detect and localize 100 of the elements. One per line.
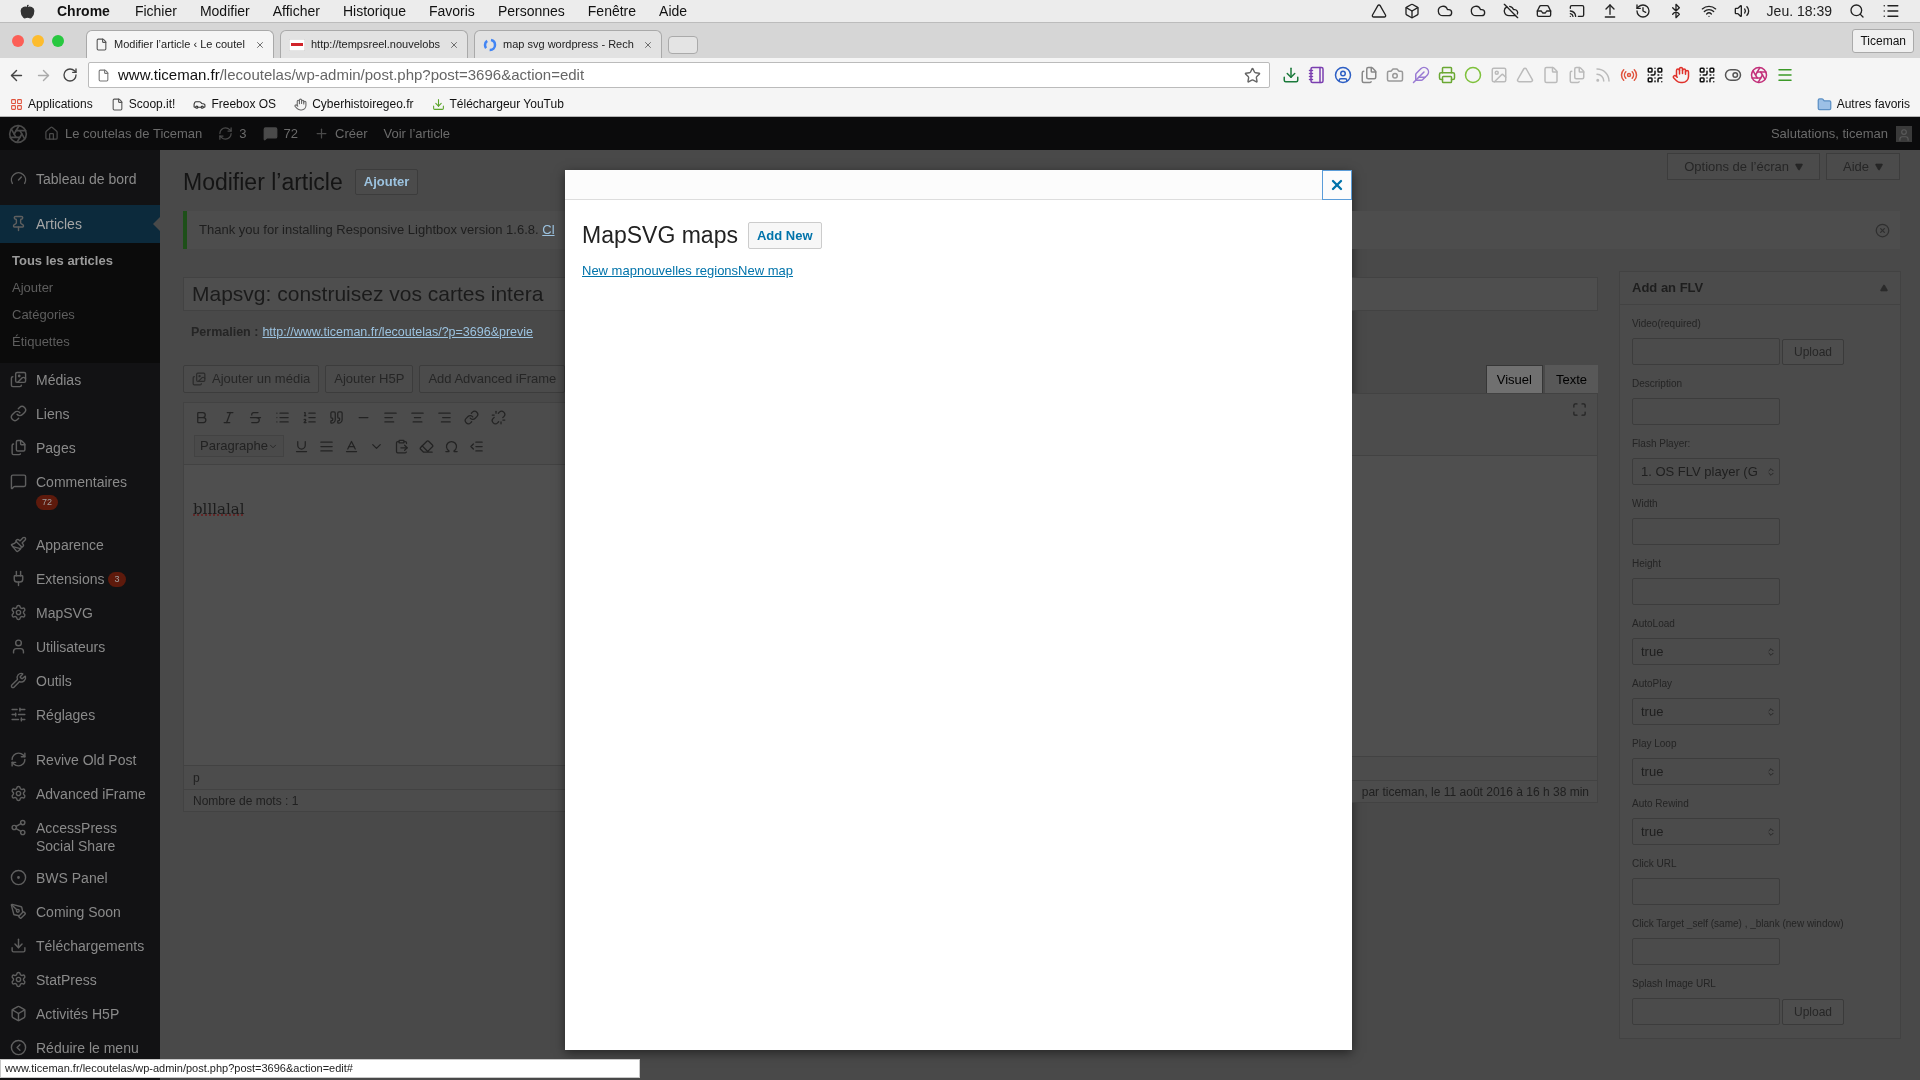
dismiss-icon[interactable] <box>1875 222 1890 238</box>
strikethrough-icon[interactable] <box>248 410 263 425</box>
sidebar-item[interactable]: Advanced iFrame <box>0 777 160 811</box>
close-window-icon[interactable] <box>12 34 24 47</box>
radio-icon[interactable] <box>1620 66 1638 84</box>
sidebar-item[interactable]: Réglages <box>0 698 160 732</box>
permalink-url[interactable]: http://www.ticeman.fr/lecoutelas/?p=3696&previe <box>262 322 534 342</box>
sidebar-item[interactable]: MapSVG <box>0 596 160 630</box>
sidebar-item[interactable]: Apparence <box>0 528 160 562</box>
sidebar-item[interactable]: Coming Soon <box>0 895 160 929</box>
notebook-icon[interactable] <box>1308 66 1326 84</box>
new-tab-button[interactable] <box>668 36 698 54</box>
unlink-icon[interactable] <box>491 410 506 425</box>
post-title-field[interactable] <box>1352 277 1598 311</box>
close-icon[interactable] <box>449 39 459 50</box>
browser-tab[interactable]: Modifier l’article ‹ Le coutel <box>86 30 274 58</box>
image-icon[interactable] <box>1490 66 1508 84</box>
bookmark[interactable]: Cyberhistoiregeo.fr <box>294 95 414 113</box>
search-icon[interactable] <box>1849 3 1865 19</box>
volume-icon[interactable] <box>1733 3 1750 19</box>
bookmark[interactable]: Freebox OS <box>193 95 277 113</box>
camera-icon[interactable] <box>1386 66 1404 84</box>
sidebar-item[interactable]: BWS Panel <box>0 861 160 895</box>
sidebar-item[interactable]: Utilisateurs <box>0 630 160 664</box>
menu-item[interactable]: Fichier <box>134 0 177 22</box>
clock-icon[interactable] <box>1634 3 1651 19</box>
sidebar-item[interactable]: Extensions 3 <box>0 562 160 596</box>
sidebar-item[interactable]: Outils <box>0 664 160 698</box>
editor-tab[interactable]: Visuel <box>1485 365 1543 393</box>
cloud-icon[interactable] <box>1469 3 1486 19</box>
cloud-off-icon[interactable] <box>1502 3 1519 19</box>
editor-area[interactable] <box>1352 456 1598 756</box>
close-icon[interactable] <box>643 39 653 50</box>
greeting-link[interactable]: Salutations, ticeman <box>1770 123 1888 144</box>
underline-icon[interactable] <box>294 438 309 454</box>
numbered-list-icon[interactable] <box>302 410 317 425</box>
add-new-button[interactable]: Add New <box>747 221 822 249</box>
editor-tab[interactable]: Texte <box>1544 365 1598 393</box>
zoom-window-icon[interactable] <box>52 34 64 47</box>
screen-icon[interactable] <box>1568 3 1585 19</box>
align-left-icon[interactable] <box>383 410 398 425</box>
italic-icon[interactable] <box>221 410 236 425</box>
app-menu[interactable]: Chrome <box>57 0 110 22</box>
sidebar-item[interactable]: Téléchargements <box>0 929 160 963</box>
menu-icon[interactable] <box>1776 66 1794 84</box>
minimize-window-icon[interactable] <box>32 34 44 47</box>
other-bookmarks[interactable]: Autres favoris <box>1816 95 1910 113</box>
aperture-icon[interactable] <box>1750 66 1768 84</box>
sidebar-item[interactable]: Tableau de bord <box>0 162 160 196</box>
menu-item[interactable]: Modifier <box>199 0 250 22</box>
add-post-button[interactable]: Ajouter <box>354 169 419 195</box>
star-icon[interactable] <box>1244 66 1261 84</box>
wifi-icon[interactable] <box>1700 3 1717 19</box>
map-link[interactable]: New map <box>738 260 794 280</box>
box-icon[interactable] <box>1403 3 1420 19</box>
page-icon[interactable] <box>1542 66 1560 84</box>
comments-link[interactable]: 72 <box>262 123 298 144</box>
submenu-item[interactable]: Catégories <box>0 301 160 328</box>
rss-icon[interactable] <box>1594 66 1612 84</box>
bold-icon[interactable] <box>194 410 209 425</box>
close-button[interactable] <box>1322 170 1352 200</box>
sidebar-item[interactable]: Revive Old Post <box>0 743 160 777</box>
menu-item[interactable]: Afficher <box>272 0 320 22</box>
fullscreen-icon[interactable] <box>1572 402 1587 417</box>
bookmark[interactable]: Applications <box>10 95 93 113</box>
menu-item[interactable]: Aide <box>659 0 688 22</box>
profile-button[interactable]: Ticeman <box>1852 28 1914 53</box>
sidebar-item[interactable]: Articles <box>0 205 160 243</box>
sidebar-item[interactable]: Commentaires 72 <box>0 465 160 517</box>
bookmark[interactable]: Scoop.it! <box>110 95 176 113</box>
align-center-icon[interactable] <box>410 410 425 425</box>
view-post-link[interactable]: Voir l’article <box>383 123 450 144</box>
dot-icon[interactable] <box>1464 66 1482 84</box>
menu-item[interactable]: Fenêtre <box>587 0 637 22</box>
align-right-icon[interactable] <box>437 410 452 425</box>
browser-tab[interactable]: map svg wordpress - Rech <box>474 30 662 58</box>
tray-icon[interactable] <box>1535 3 1552 19</box>
clock[interactable]: Jeu. 18:39 <box>1766 0 1832 22</box>
browser-tab[interactable]: http://tempsreel.nouvelobs <box>280 30 468 58</box>
eraser-icon[interactable] <box>419 438 434 454</box>
menu-item[interactable]: Personnes <box>497 0 565 22</box>
server-icon[interactable] <box>1568 66 1586 84</box>
menu-item[interactable]: Historique <box>342 0 406 22</box>
collapse-caret-icon[interactable] <box>1880 284 1888 292</box>
omega-icon[interactable] <box>444 438 459 454</box>
list-icon[interactable] <box>1882 2 1900 20</box>
qr-code-icon[interactable] <box>1646 66 1664 84</box>
outdent-icon[interactable] <box>469 438 484 454</box>
qr-code-icon[interactable] <box>1698 66 1716 84</box>
bookmark[interactable]: Téléchargeur YouTub <box>431 95 564 113</box>
sidebar-item[interactable]: Pages <box>0 431 160 465</box>
sidebar-item[interactable]: AccessPress Social Share <box>0 811 160 861</box>
quote-icon[interactable] <box>329 410 344 425</box>
avatar[interactable] <box>1896 125 1912 142</box>
sidebar-item[interactable]: Médias <box>0 363 160 397</box>
sidebar-item[interactable]: Liens <box>0 397 160 431</box>
download-icon[interactable] <box>1282 66 1300 84</box>
link-icon[interactable] <box>464 410 479 425</box>
map-link[interactable]: nouvelles regions <box>636 260 739 280</box>
reload-icon[interactable] <box>62 67 78 83</box>
